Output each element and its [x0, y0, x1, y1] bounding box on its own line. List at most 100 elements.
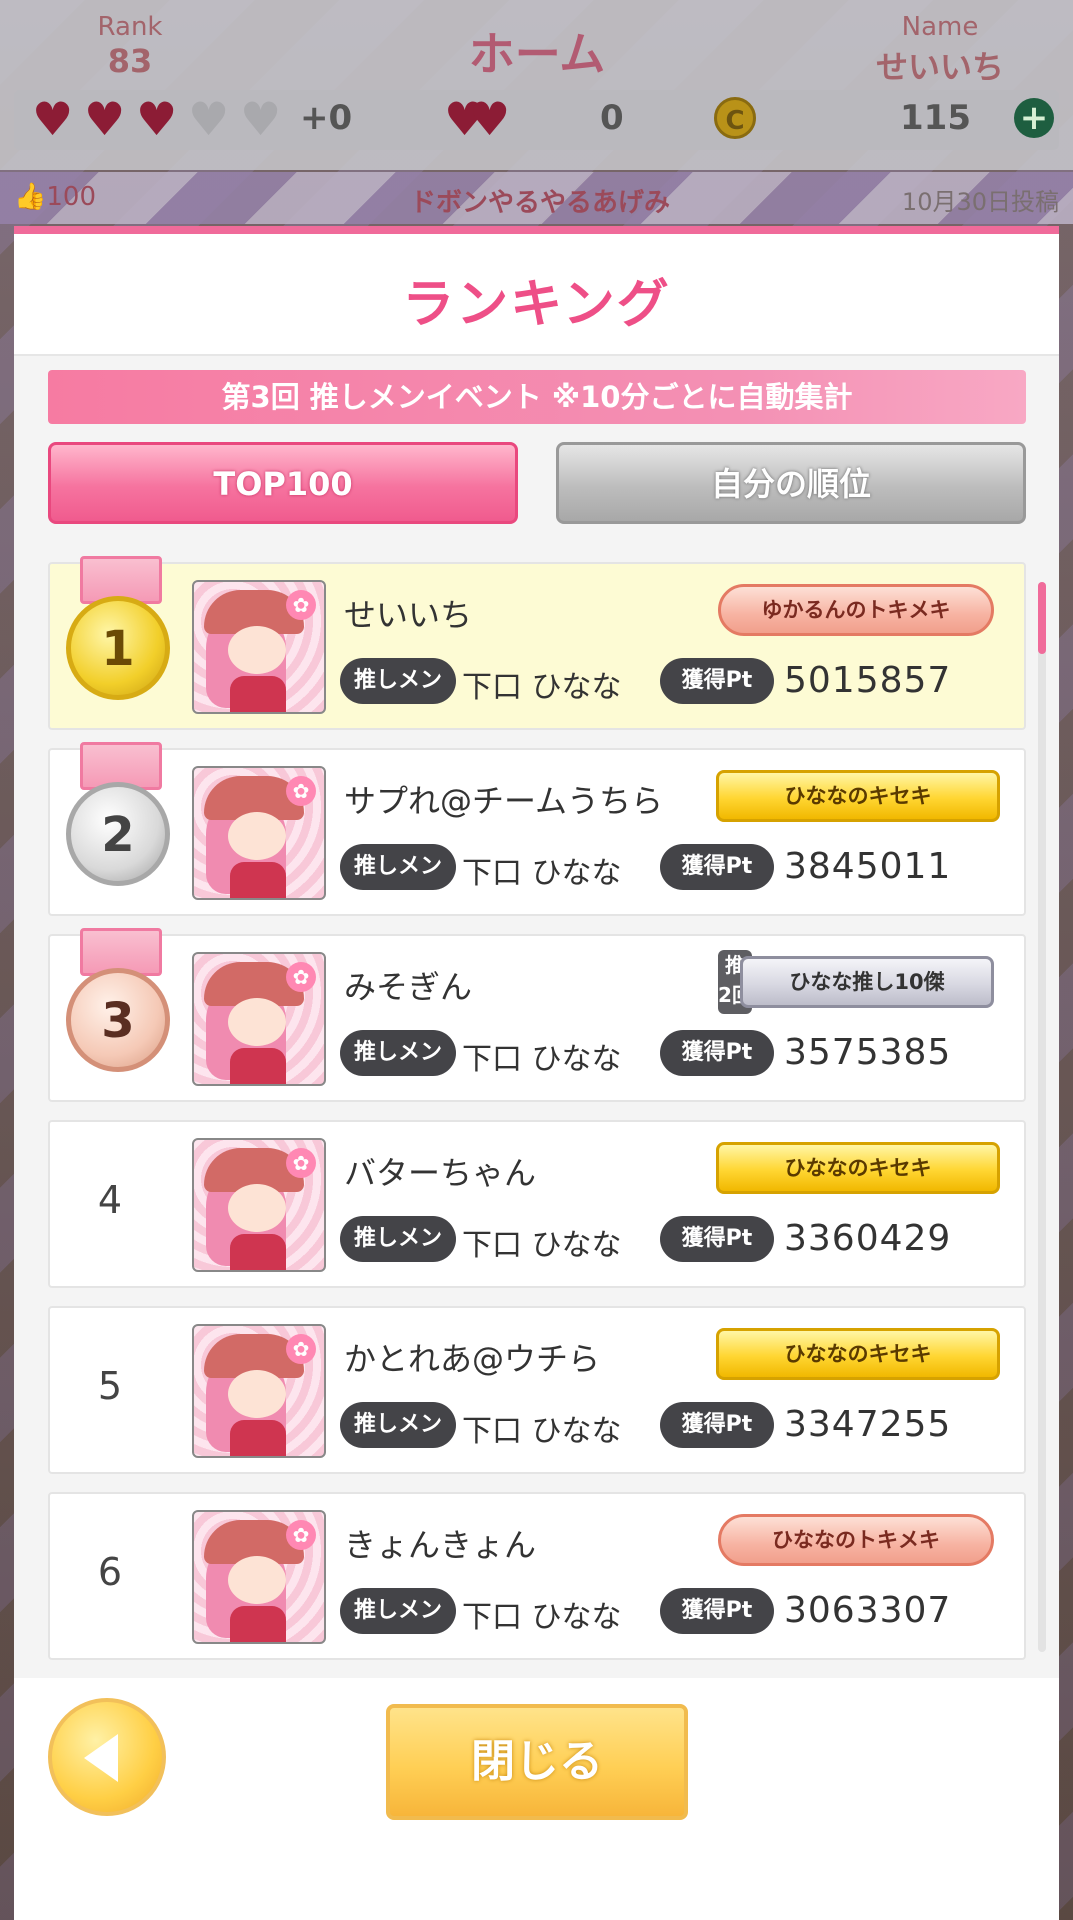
points-value: 3575385	[784, 1032, 952, 1073]
avatar[interactable]: ✿	[192, 1510, 326, 1644]
add-coins-button[interactable]: +	[1014, 98, 1054, 138]
points-pill: 獲得Pt	[660, 1402, 774, 1448]
title-badge: ひななのキセキ	[716, 770, 1000, 822]
avatar-face	[228, 1556, 286, 1604]
news-date: 10月30日投稿	[901, 188, 1059, 216]
gift-hearts-count: 0	[600, 98, 624, 138]
rank-value: 83	[107, 42, 153, 80]
oshi-member-pill: 推しメン	[340, 1402, 456, 1448]
heart-full-icon: ♥	[84, 92, 126, 146]
status-bar: ♥ ♥ ♥ ♥ ♥ +0 ♥ ♥ 0 C 115 +	[14, 90, 1059, 150]
ranking-row[interactable]: 6 ✿ きょんきょん ひななのトキメキ推しメン 下口 ひなな 獲得Pt 3063307	[48, 1492, 1026, 1660]
home-header: Rank 83 ホーム Name せいいち ♥ ♥ ♥ ♥ ♥ +0 ♥ ♥ 0…	[0, 0, 1073, 170]
flower-icon: ✿	[286, 1334, 316, 1364]
points-value: 3063307	[784, 1590, 952, 1631]
oshi-member-pill: 推しメン	[340, 1030, 456, 1076]
modal-header: ランキング	[14, 234, 1059, 356]
ranking-modal: ランキング 第3回 推しメンイベント ※10分ごとに自動集計 TOP100 自分…	[14, 226, 1059, 1920]
points-pill: 獲得Pt	[660, 1216, 774, 1262]
player-name: かとれあ@ウチら	[344, 1340, 601, 1378]
scrollbar-track[interactable]	[1038, 582, 1046, 1652]
player-name: せいいち	[344, 596, 473, 634]
avatar[interactable]: ✿	[192, 580, 326, 714]
avatar-face	[228, 626, 286, 674]
coin-count: 115	[900, 98, 971, 138]
points-value: 3347255	[784, 1404, 952, 1445]
title-badge: ひななのトキメキ	[718, 1514, 994, 1566]
rank-number: 4	[97, 1178, 123, 1222]
points-pill: 獲得Pt	[660, 1030, 774, 1076]
tab-top100[interactable]: TOP100	[48, 442, 518, 524]
avatar-body	[230, 862, 286, 898]
flower-icon: ✿	[286, 962, 316, 992]
oshi-member-pill: 推しメン	[340, 1216, 456, 1262]
rank-label: Rank	[97, 12, 163, 42]
coin-icon: C	[714, 97, 756, 139]
back-button[interactable]	[48, 1698, 166, 1816]
flower-icon: ✿	[286, 590, 316, 620]
ranking-row[interactable]: 2 ✿ サプれ@チームうちら ひななのキセキ 推しメン 下口 ひなな 獲得Pt 3845011	[48, 742, 1026, 916]
oshi-member-name: 下口 ひなな	[462, 1042, 622, 1077]
user-name: せいいち	[875, 48, 1004, 86]
avatar[interactable]: ✿	[192, 1138, 326, 1272]
modal-footer: 閉じる	[14, 1678, 1059, 1920]
avatar-body	[230, 1234, 286, 1270]
title-badge: ひなな推し10傑	[740, 956, 994, 1008]
avatar-face	[228, 998, 286, 1046]
points-pill: 獲得Pt	[660, 1588, 774, 1634]
avatar-face	[228, 812, 286, 860]
close-button[interactable]: 閉じる	[386, 1704, 688, 1820]
heart-full-icon: ♥	[32, 92, 74, 146]
modal-title: ランキング	[402, 275, 671, 335]
avatar-body	[230, 1606, 286, 1642]
heart-empty-icon: ♥	[240, 92, 282, 146]
hearts-bonus: +0	[300, 98, 353, 138]
avatar-face	[228, 1184, 286, 1232]
title-badge: ひななのキセキ	[716, 1142, 1000, 1194]
ranking-row[interactable]: 1 ✿ せいいち ゆかるんのトキメキ 推しメン 下口 ひなな 獲得Pt 5015857	[48, 556, 1026, 730]
gold-medal-icon: 1	[66, 596, 170, 700]
points-value: 5015857	[784, 660, 952, 701]
flower-icon: ✿	[286, 1148, 316, 1178]
points-pill: 獲得Pt	[660, 658, 774, 704]
player-name: きょんきょん	[344, 1526, 537, 1564]
title-badge: ひななのキセキ	[716, 1328, 1000, 1380]
ranking-list[interactable]: 1 ✿ せいいち ゆかるんのトキメキ 推しメン 下口 ひなな 獲得Pt 5015857 2 ✿ サプ…	[14, 544, 1059, 1678]
avatar[interactable]: ✿	[192, 766, 326, 900]
news-bar: 👍100 ドボンやるやるあげみ 10月30日投稿	[0, 172, 1073, 224]
back-arrow-icon	[84, 1734, 118, 1782]
page-title: ホーム	[468, 27, 606, 81]
tab-my-rank[interactable]: 自分の順位	[556, 442, 1026, 524]
oshi-member-name: 下口 ひなな	[462, 856, 622, 891]
ranking-row[interactable]: 5 ✿ かとれあ@ウチら ひななのキセキ 推しメン 下口 ひなな 獲得Pt 3347255	[48, 1306, 1026, 1474]
avatar[interactable]: ✿	[192, 1324, 326, 1458]
oshi-member-pill: 推しメン	[340, 1588, 456, 1634]
scrollbar-thumb[interactable]	[1038, 582, 1046, 654]
avatar-body	[230, 676, 286, 712]
gift-hearts-icon: ♥	[469, 92, 511, 146]
points-value: 3845011	[784, 846, 952, 887]
player-name: サプれ@チームうちら	[344, 782, 664, 820]
heart-empty-icon: ♥	[188, 92, 230, 146]
ranking-row[interactable]: 3 ✿ みそぎん推 2回 ひなな推し10傑 推しメン 下口 ひなな 獲得Pt 3575385	[48, 928, 1026, 1102]
player-name: バターちゃん	[344, 1154, 537, 1192]
oshi-member-name: 下口 ひなな	[462, 1600, 622, 1635]
avatar-face	[228, 1370, 286, 1418]
flower-icon: ✿	[286, 776, 316, 806]
oshi-member-name: 下口 ひなな	[462, 1228, 622, 1263]
ranking-row[interactable]: 4 ✿ バターちゃん ひななのキセキ推しメン 下口 ひなな 獲得Pt 3360429	[48, 1120, 1026, 1288]
title-badge: ゆかるんのトキメキ	[718, 584, 994, 636]
flower-icon: ✿	[286, 1520, 316, 1550]
player-name: みそぎん	[344, 968, 473, 1006]
oshi-member-pill: 推しメン	[340, 844, 456, 890]
news-likes: 👍100	[14, 182, 96, 212]
oshi-member-pill: 推しメン	[340, 658, 456, 704]
rank-number: 6	[97, 1550, 123, 1594]
points-value: 3360429	[784, 1218, 952, 1259]
rank-number: 5	[97, 1364, 123, 1408]
avatar-body	[230, 1048, 286, 1084]
avatar[interactable]: ✿	[192, 952, 326, 1086]
points-pill: 獲得Pt	[660, 844, 774, 890]
name-label: Name	[901, 12, 979, 42]
heart-full-icon: ♥	[136, 92, 178, 146]
